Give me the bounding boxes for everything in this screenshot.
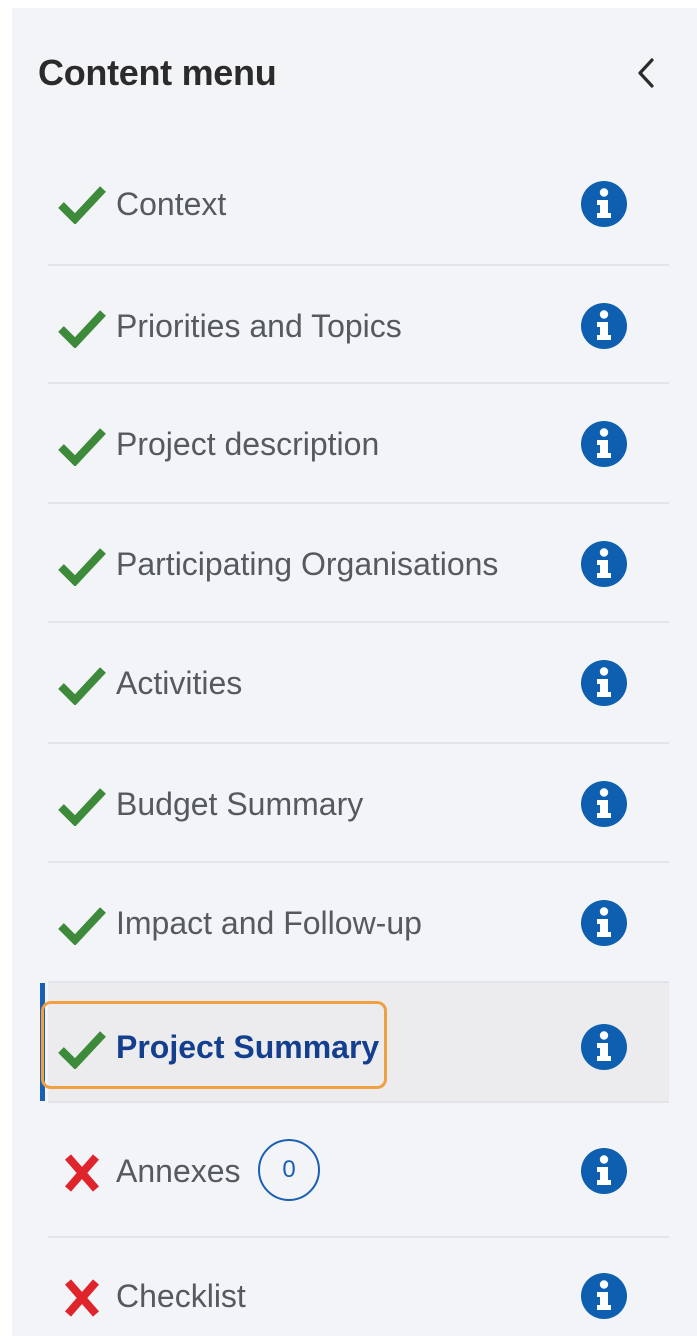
menu-item-impact-and-follow-up[interactable]: Impact and Follow-up <box>48 863 669 983</box>
check-icon <box>58 667 106 705</box>
menu-item-label: Project Summary <box>116 1029 380 1065</box>
collapse-menu-button[interactable] <box>630 56 664 90</box>
info-icon[interactable] <box>580 780 628 828</box>
menu-item-label: Impact and Follow-up <box>116 905 422 941</box>
menu-item-checklist[interactable]: Checklist <box>48 1238 669 1336</box>
menu-item-annexes[interactable]: Annexes 0 <box>48 1103 669 1238</box>
content-menu-header: Content menu <box>12 8 697 140</box>
menu-item-project-summary[interactable]: Project Summary <box>40 983 669 1103</box>
menu-item-label: Context <box>116 186 227 222</box>
check-icon <box>58 548 106 586</box>
menu-item-activities[interactable]: Activities <box>48 623 669 744</box>
panel-title: Content menu <box>38 52 277 93</box>
check-icon <box>58 907 106 945</box>
cross-icon <box>64 1279 100 1317</box>
content-menu-panel: Content menu Context Priorities and Topi… <box>12 8 697 1336</box>
menu-item-label: Annexes <box>116 1153 241 1189</box>
menu-item-label: Budget Summary <box>116 786 364 822</box>
info-icon[interactable] <box>580 1147 628 1195</box>
menu-item-label: Participating Organisations <box>116 546 499 582</box>
check-icon <box>58 310 106 348</box>
check-icon <box>58 788 106 826</box>
info-icon[interactable] <box>580 1272 628 1320</box>
menu-item-label: Checklist <box>116 1278 246 1314</box>
info-icon[interactable] <box>580 540 628 588</box>
check-icon <box>58 428 106 466</box>
info-icon[interactable] <box>580 1023 628 1071</box>
menu-item-label: Priorities and Topics <box>116 308 402 344</box>
info-icon[interactable] <box>580 302 628 350</box>
menu-item-label: Project description <box>116 426 380 462</box>
menu-item-context[interactable]: Context <box>48 140 669 266</box>
menu-item-participating-organisations[interactable]: Participating Organisations <box>48 504 669 623</box>
menu-item-label: Activities <box>116 665 243 701</box>
menu-item-priorities-and-topics[interactable]: Priorities and Topics <box>48 266 669 384</box>
chevron-left-icon <box>638 58 654 88</box>
info-icon[interactable] <box>580 420 628 468</box>
cross-icon <box>64 1154 100 1192</box>
check-icon <box>58 1031 106 1069</box>
menu-item-budget-summary[interactable]: Budget Summary <box>48 744 669 863</box>
info-icon[interactable] <box>580 180 628 228</box>
annex-count-badge: 0 <box>258 1139 320 1201</box>
info-icon[interactable] <box>580 659 628 707</box>
menu-item-project-description[interactable]: Project description <box>48 384 669 504</box>
info-icon[interactable] <box>580 899 628 947</box>
check-icon <box>58 186 106 224</box>
